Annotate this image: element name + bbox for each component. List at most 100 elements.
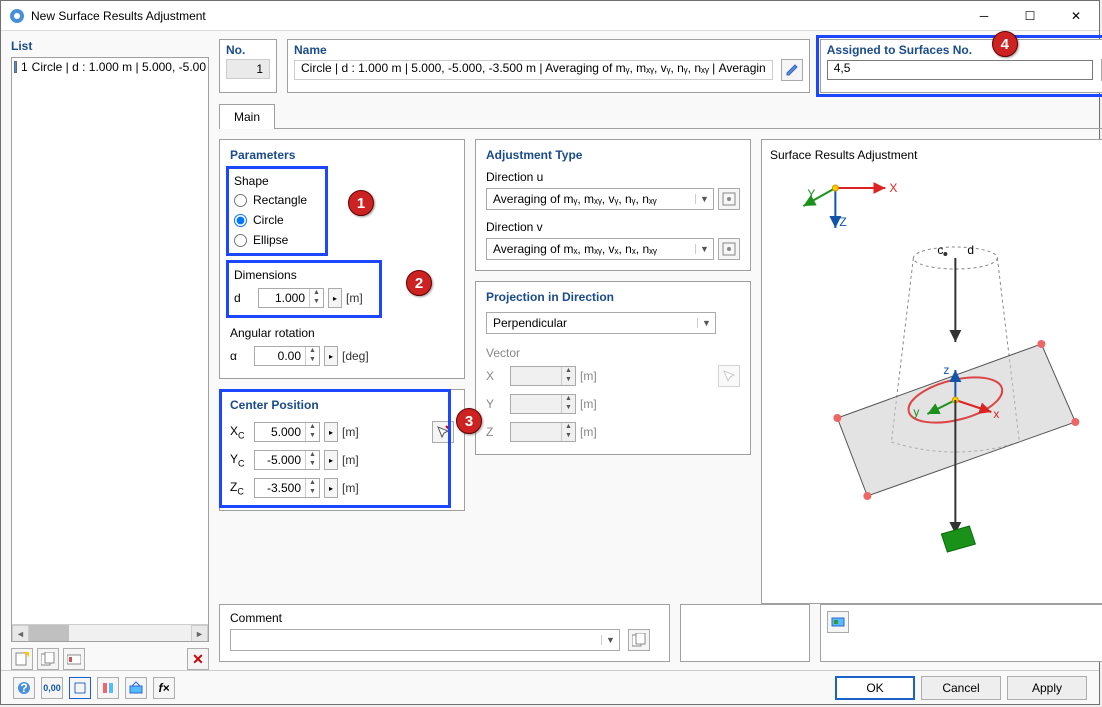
- dimensions-title: Dimensions: [234, 268, 372, 282]
- vx-unit: [m]: [580, 369, 597, 383]
- tab-main[interactable]: Main: [219, 104, 275, 129]
- down-icon[interactable]: ▼: [306, 432, 319, 441]
- comment-panel: Comment ▼: [219, 604, 670, 662]
- units-icon[interactable]: 0,00: [41, 677, 63, 699]
- shape-group: Shape Rectangle Circle Ellipse: [230, 170, 324, 252]
- name-label: Name: [294, 43, 803, 57]
- zc-input[interactable]: [255, 479, 305, 497]
- xc-input[interactable]: [255, 423, 305, 441]
- center-title: Center Position: [230, 398, 454, 412]
- yc-input[interactable]: [255, 451, 305, 469]
- shape-ellipse[interactable]: Ellipse: [234, 230, 318, 250]
- projection-dropdown[interactable]: Perpendicular▼: [486, 312, 716, 334]
- shape-rectangle[interactable]: Rectangle: [234, 190, 318, 210]
- list-color-icon: [14, 61, 17, 73]
- fx-icon[interactable]: f×: [153, 677, 175, 699]
- close-button[interactable]: ✕: [1053, 1, 1099, 31]
- maximize-button[interactable]: ☐: [1007, 1, 1053, 31]
- projection-value: Perpendicular: [487, 316, 697, 330]
- dim-d-menu[interactable]: ▸: [328, 288, 342, 308]
- list-num: 1: [21, 60, 28, 74]
- yc-menu[interactable]: ▸: [324, 450, 338, 470]
- name-field: Name Circle | d : 1.000 m | 5.000, -5.00…: [287, 39, 810, 93]
- xc-spinner[interactable]: ▲▼: [254, 422, 320, 442]
- list-hscroll[interactable]: ◄ ►: [12, 624, 208, 641]
- svg-text:Z: Z: [839, 215, 846, 229]
- window-title: New Surface Results Adjustment: [31, 9, 961, 23]
- up-icon[interactable]: ▲: [306, 479, 319, 488]
- copy-icon[interactable]: [37, 648, 59, 670]
- diru-settings-icon[interactable]: [718, 188, 740, 210]
- comment-dropdown[interactable]: ▼: [230, 629, 620, 651]
- dirv-settings-icon[interactable]: [718, 238, 740, 260]
- library-icon[interactable]: [63, 648, 85, 670]
- delete-icon[interactable]: ✕: [187, 648, 209, 670]
- comment-library-icon[interactable]: [628, 629, 650, 651]
- edit-name-icon[interactable]: [781, 59, 803, 81]
- preview-render-icon[interactable]: [827, 611, 849, 633]
- xc-menu[interactable]: ▸: [324, 422, 338, 442]
- dim-d-input[interactable]: [259, 289, 309, 307]
- cancel-button[interactable]: Cancel: [921, 676, 1001, 700]
- down-icon[interactable]: ▼: [306, 488, 319, 497]
- name-input[interactable]: Circle | d : 1.000 m | 5.000, -5.000, -3…: [294, 60, 773, 80]
- down-icon[interactable]: ▼: [306, 356, 319, 365]
- no-value: 1: [226, 59, 270, 79]
- chevron-down-icon: ▼: [697, 318, 715, 328]
- vz-label: Z: [486, 425, 506, 439]
- svg-text:X: X: [889, 181, 897, 195]
- dirv-value: Averaging of mₓ, mₓᵧ, vₓ, nₓ, nₓᵧ: [487, 242, 695, 256]
- up-icon[interactable]: ▲: [306, 347, 319, 356]
- yc-spinner[interactable]: ▲▼: [254, 450, 320, 470]
- apply-button[interactable]: Apply: [1007, 676, 1087, 700]
- dirv-label: Direction v: [486, 220, 740, 234]
- dim-d-label: d: [234, 291, 254, 305]
- pick-point-icon[interactable]: [432, 421, 454, 443]
- svg-text:c: c: [937, 243, 943, 257]
- rot-spinner[interactable]: ▲▼: [254, 346, 320, 366]
- up-icon[interactable]: ▲: [306, 423, 319, 432]
- assigned-input[interactable]: 4,5: [827, 60, 1093, 80]
- vz-spinner: ▲▼: [510, 422, 576, 442]
- help-icon[interactable]: ?: [13, 677, 35, 699]
- center-position-panel: Center Position 3 XC ▲▼ ▸ [m] YC: [219, 389, 465, 511]
- zc-menu[interactable]: ▸: [324, 478, 338, 498]
- list-item[interactable]: 1 Circle | d : 1.000 m | 5.000, -5.00: [12, 58, 208, 76]
- view2-icon[interactable]: [97, 677, 119, 699]
- yc-unit: [m]: [342, 453, 359, 467]
- rot-menu[interactable]: ▸: [324, 346, 338, 366]
- vy-spinner: ▲▼: [510, 394, 576, 414]
- vy-unit: [m]: [580, 397, 597, 411]
- vy-label: Y: [486, 397, 506, 411]
- dirv-dropdown[interactable]: Averaging of mₓ, mₓᵧ, vₓ, nₓ, nₓᵧ▼: [486, 238, 714, 260]
- rot-unit: [deg]: [342, 349, 369, 363]
- zc-spinner[interactable]: ▲▼: [254, 478, 320, 498]
- diru-label: Direction u: [486, 170, 740, 184]
- list-box[interactable]: 1 Circle | d : 1.000 m | 5.000, -5.00 ◄ …: [11, 57, 209, 642]
- up-icon[interactable]: ▲: [306, 451, 319, 460]
- view1-icon[interactable]: [69, 677, 91, 699]
- diru-dropdown[interactable]: Averaging of mᵧ, mₓᵧ, vᵧ, nᵧ, nₓᵧ▼: [486, 188, 714, 210]
- rotation-title: Angular rotation: [230, 326, 454, 340]
- svg-text:Y: Y: [807, 187, 815, 201]
- ok-button[interactable]: OK: [835, 676, 915, 700]
- down-icon[interactable]: ▼: [306, 460, 319, 469]
- dimensions-group: Dimensions d ▲▼ ▸ [m]: [230, 264, 378, 314]
- minimize-button[interactable]: ─: [961, 1, 1007, 31]
- bottom-bar: ? 0,00 f× OK Cancel Apply: [1, 670, 1099, 704]
- no-label: No.: [226, 43, 270, 57]
- rot-input[interactable]: [255, 347, 305, 365]
- scroll-left-icon[interactable]: ◄: [12, 625, 29, 642]
- yc-label: YC: [230, 452, 250, 468]
- up-icon[interactable]: ▲: [310, 289, 323, 298]
- projection-title: Projection in Direction: [486, 290, 740, 304]
- dim-d-spinner[interactable]: ▲▼: [258, 288, 324, 308]
- svg-text:?: ?: [20, 681, 27, 695]
- list-header: List: [11, 39, 209, 53]
- view3-icon[interactable]: [125, 677, 147, 699]
- scroll-right-icon[interactable]: ►: [191, 625, 208, 642]
- new-icon[interactable]: [11, 648, 33, 670]
- svg-text:d: d: [967, 243, 974, 257]
- shape-circle[interactable]: Circle: [234, 210, 318, 230]
- down-icon[interactable]: ▼: [310, 298, 323, 307]
